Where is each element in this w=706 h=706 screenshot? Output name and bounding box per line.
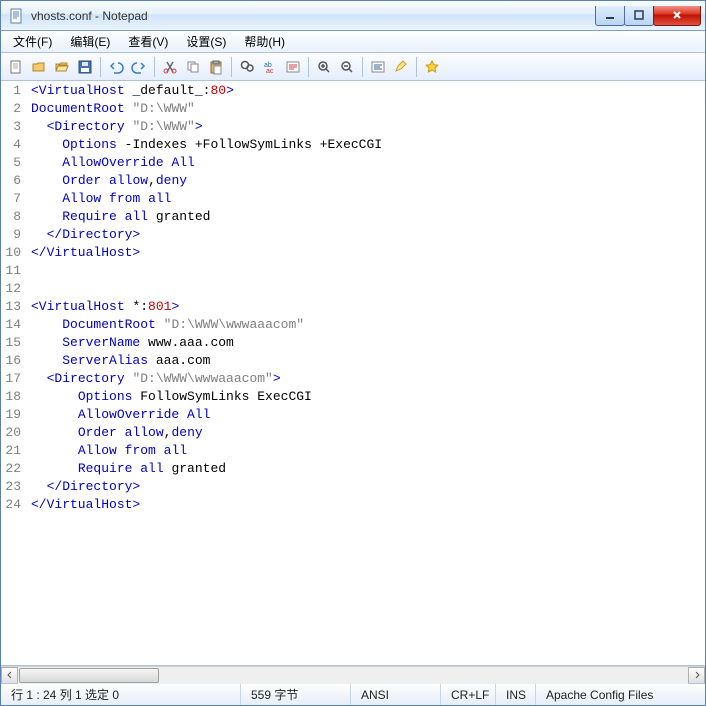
app-icon <box>9 8 25 24</box>
scroll-right-button[interactable] <box>688 667 705 684</box>
find-icon[interactable] <box>236 56 258 78</box>
toolbar-separator <box>231 57 232 77</box>
menu-bar: 文件(F) 编辑(E) 查看(V) 设置(S) 帮助(H) <box>1 31 705 53</box>
window-title: vhosts.conf - Notepad <box>31 9 596 23</box>
toolbar-separator <box>308 57 309 77</box>
open-folder-icon[interactable] <box>51 56 73 78</box>
save-icon[interactable] <box>74 56 96 78</box>
minimize-button[interactable] <box>595 6 625 26</box>
copy-icon[interactable] <box>182 56 204 78</box>
status-bytes: 559 字节 <box>241 684 351 705</box>
paste-icon[interactable] <box>205 56 227 78</box>
status-ins: INS <box>496 684 536 705</box>
undo-icon[interactable] <box>105 56 127 78</box>
line-gutter: 123456789101112131415161718192021222324 <box>1 81 29 665</box>
star-icon[interactable] <box>421 56 443 78</box>
new-icon[interactable] <box>5 56 27 78</box>
menu-settings[interactable]: 设置(S) <box>178 31 234 52</box>
scroll-left-button[interactable] <box>1 667 18 684</box>
maximize-button[interactable] <box>624 6 654 26</box>
status-encoding: ANSI <box>351 684 441 705</box>
status-filetype: Apache Config Files <box>536 684 705 705</box>
svg-text:ac: ac <box>266 68 274 75</box>
app-window: vhosts.conf - Notepad 文件(F) 编辑(E) 查看(V) … <box>0 0 706 706</box>
menu-edit[interactable]: 编辑(E) <box>62 31 118 52</box>
menu-file[interactable]: 文件(F) <box>5 31 60 52</box>
replace-icon[interactable]: abac <box>259 56 281 78</box>
horizontal-scrollbar[interactable] <box>1 666 705 683</box>
status-eol: CR+LF <box>441 684 496 705</box>
goto-icon[interactable] <box>282 56 304 78</box>
redo-icon[interactable] <box>128 56 150 78</box>
scroll-track[interactable] <box>18 667 688 684</box>
close-button[interactable] <box>653 6 701 26</box>
toolbar-separator <box>154 57 155 77</box>
cut-icon[interactable] <box>159 56 181 78</box>
scroll-thumb[interactable] <box>19 668 159 683</box>
zoom-out-icon[interactable] <box>336 56 358 78</box>
menu-help[interactable]: 帮助(H) <box>236 31 293 52</box>
toolbar-separator <box>100 57 101 77</box>
toolbar: abac <box>1 53 705 81</box>
toolbar-separator <box>416 57 417 77</box>
code-editor[interactable]: <VirtualHost _default_:80>DocumentRoot "… <box>29 81 705 665</box>
status-bar: 行 1 : 24 列 1 选定 0 559 字节 ANSI CR+LF INS … <box>1 683 705 705</box>
wrap-icon[interactable] <box>367 56 389 78</box>
toolbar-separator <box>362 57 363 77</box>
zoom-in-icon[interactable] <box>313 56 335 78</box>
editor-area: 123456789101112131415161718192021222324 … <box>1 81 705 666</box>
status-position: 行 1 : 24 列 1 选定 0 <box>1 684 241 705</box>
highlight-icon[interactable] <box>390 56 412 78</box>
title-bar[interactable]: vhosts.conf - Notepad <box>1 1 705 31</box>
open-icon[interactable] <box>28 56 50 78</box>
menu-view[interactable]: 查看(V) <box>120 31 176 52</box>
window-buttons <box>596 6 701 26</box>
